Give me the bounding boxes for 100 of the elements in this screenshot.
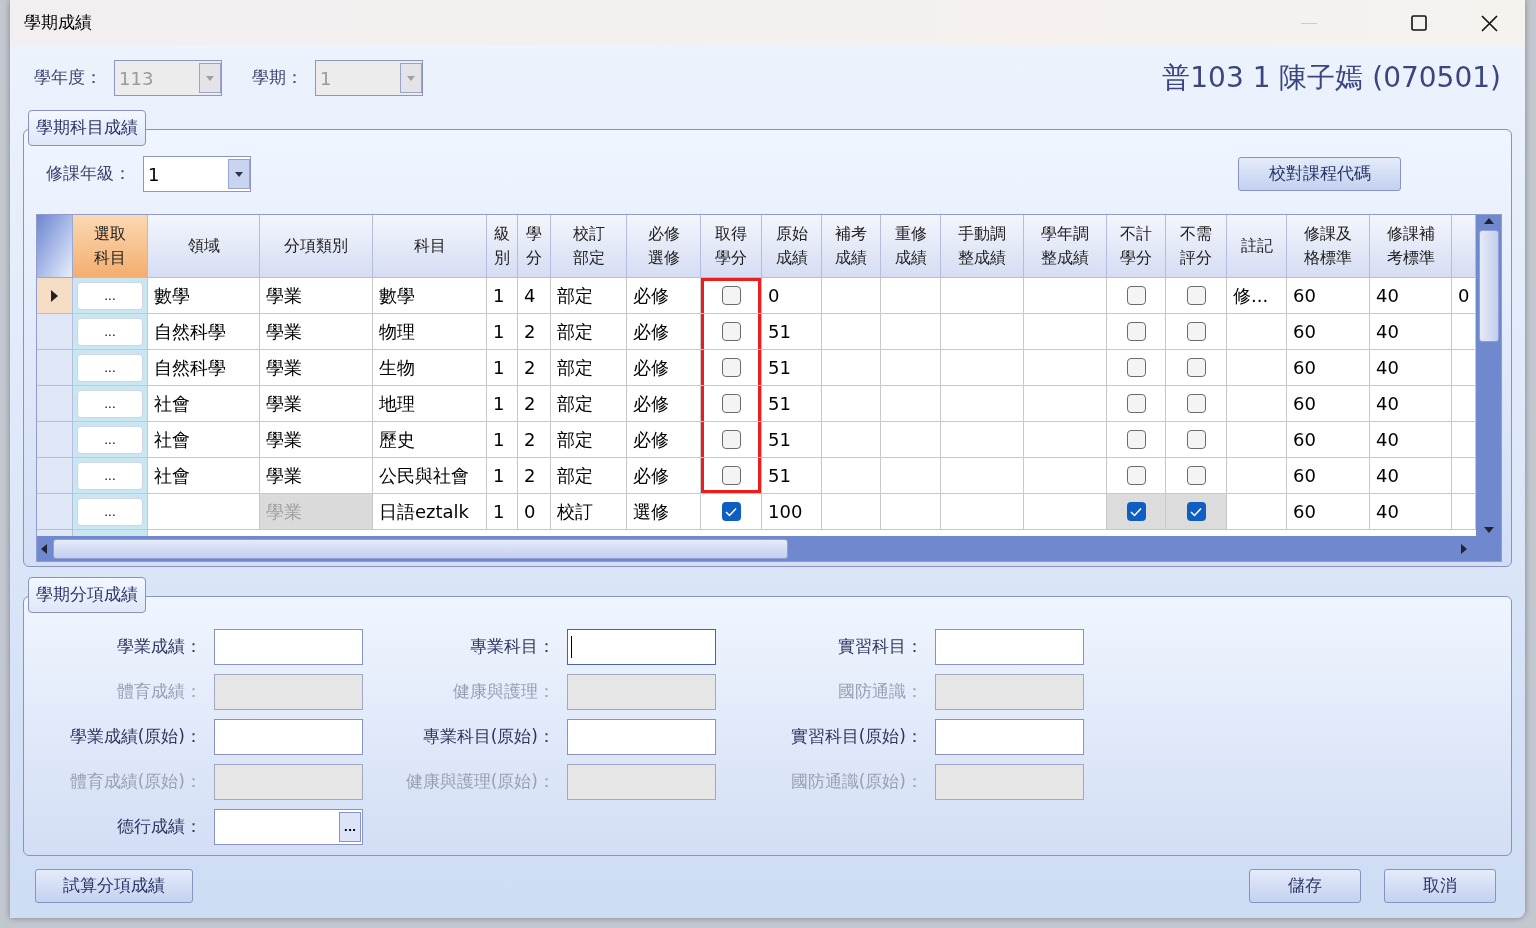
cancel-button[interactable]: 取消	[1384, 869, 1496, 903]
checkbox[interactable]	[721, 466, 741, 485]
column-header[interactable]: 校訂部定	[551, 215, 627, 278]
table-cell: 60	[1287, 458, 1370, 494]
table-cell: 40	[1370, 422, 1452, 458]
verify-course-code-button[interactable]: 校對課程代碼	[1238, 157, 1401, 191]
horizontal-scrollbar[interactable]	[37, 536, 1501, 561]
table-cell: 選修	[627, 494, 701, 530]
input-field[interactable]	[214, 719, 363, 755]
table-cell: 1	[487, 278, 518, 314]
scroll-right-icon[interactable]	[1461, 543, 1467, 554]
checkbox[interactable]	[721, 394, 741, 413]
table-cell: 40	[1370, 278, 1452, 314]
scroll-left-icon[interactable]	[41, 543, 47, 554]
table-cell: 部定	[551, 458, 627, 494]
field-label: 健康與護理：	[452, 680, 555, 704]
table-cell: 2	[518, 386, 551, 422]
column-header[interactable]: 科目	[373, 215, 487, 278]
vertical-scrollbar[interactable]	[1476, 215, 1501, 536]
check-icon	[1130, 506, 1142, 517]
column-header[interactable]: 領域	[148, 215, 260, 278]
close-icon[interactable]	[1481, 14, 1498, 32]
checkbox[interactable]	[1126, 286, 1146, 305]
checkbox[interactable]	[1126, 430, 1146, 449]
checkbox[interactable]	[721, 358, 741, 377]
table-cell: 公民與社會	[373, 458, 487, 494]
column-header[interactable]: 原始成績	[762, 215, 822, 278]
column-header[interactable]: 修課補考標準	[1370, 215, 1452, 278]
column-header[interactable]: 級別	[487, 215, 518, 278]
column-header[interactable]: 修課及格標準	[1287, 215, 1370, 278]
input-field[interactable]	[935, 629, 1084, 665]
scroll-up-icon[interactable]	[1483, 218, 1494, 224]
scroll-down-icon[interactable]	[1483, 527, 1494, 533]
calculate-button[interactable]: 試算分項成績	[35, 869, 193, 903]
checkbox[interactable]	[1186, 358, 1206, 377]
checkbox[interactable]	[1186, 286, 1206, 305]
select-subject-button[interactable]: ...	[77, 461, 143, 490]
table-cell: 部定	[551, 314, 627, 350]
table-cell: 日語eztalk	[373, 494, 487, 530]
checkbox[interactable]	[721, 430, 741, 449]
checkbox[interactable]	[721, 286, 741, 305]
checkbox[interactable]	[1126, 322, 1146, 341]
column-header[interactable]: 必修選修	[627, 215, 701, 278]
select-subject-button[interactable]: ...	[77, 353, 143, 382]
table-cell: 地理	[373, 386, 487, 422]
table-cell	[822, 386, 881, 422]
save-button[interactable]: 儲存	[1249, 869, 1361, 903]
input-field[interactable]: ...	[214, 809, 363, 845]
checkbox[interactable]	[1126, 394, 1146, 413]
column-header[interactable]: 學分	[518, 215, 551, 278]
column-header[interactable]: 選取科目	[73, 215, 148, 278]
input-field[interactable]	[567, 719, 716, 755]
checkbox[interactable]	[1186, 430, 1206, 449]
checkbox[interactable]	[721, 502, 741, 521]
column-header[interactable]: 註記	[1227, 215, 1287, 278]
column-header[interactable]: 取得學分	[701, 215, 762, 278]
table-cell	[822, 350, 881, 386]
column-header[interactable]: 不計學分	[1107, 215, 1166, 278]
table-cell: 40	[1370, 350, 1452, 386]
checkbox[interactable]	[721, 322, 741, 341]
input-field[interactable]	[214, 629, 363, 665]
column-header[interactable]: 補考成績	[822, 215, 881, 278]
column-header[interactable]: 不需評分	[1166, 215, 1227, 278]
column-header[interactable]: 學年調整成績	[1024, 215, 1107, 278]
checkbox[interactable]	[1186, 322, 1206, 341]
table-cell: 必修	[627, 422, 701, 458]
table-cell: 社會	[148, 386, 260, 422]
text-caret	[571, 636, 572, 658]
table-cell: 0	[1452, 278, 1476, 314]
column-header[interactable]: 分項類別	[260, 215, 373, 278]
column-header[interactable]: 手動調整成績	[941, 215, 1024, 278]
table-cell: 60	[1287, 278, 1370, 314]
table-cell: 51	[762, 350, 822, 386]
browse-button[interactable]: ...	[339, 812, 361, 842]
input-field[interactable]	[567, 629, 716, 665]
grade-dropdown[interactable]: 1	[143, 156, 251, 192]
field-label: 學業成績(原始)：	[68, 725, 202, 749]
maximize-icon[interactable]	[1411, 15, 1427, 31]
table-cell: 2	[518, 350, 551, 386]
checkbox[interactable]	[1126, 466, 1146, 485]
input-field[interactable]	[935, 719, 1084, 755]
column-header[interactable]: 重修成績	[881, 215, 941, 278]
table-cell: 物理	[373, 314, 487, 350]
select-subject-button[interactable]: ...	[77, 389, 143, 418]
table-cell: 1	[487, 314, 518, 350]
table-cell: 100	[762, 494, 822, 530]
select-subject-button[interactable]: ...	[77, 317, 143, 346]
select-subject-button[interactable]: ...	[77, 497, 143, 526]
checkbox[interactable]	[1186, 466, 1206, 485]
table-cell: 自然科學	[148, 350, 260, 386]
table-cell: 生物	[373, 350, 487, 386]
table-cell: 40	[1370, 458, 1452, 494]
select-subject-button[interactable]: ...	[77, 281, 143, 310]
table-cell: 1	[487, 494, 518, 530]
checkbox[interactable]	[1186, 394, 1206, 413]
select-subject-button[interactable]: ...	[77, 425, 143, 454]
checkbox[interactable]	[1126, 358, 1146, 377]
group-title: 學期分項成績	[28, 577, 146, 613]
row-header[interactable]	[37, 278, 73, 314]
group-title: 學期科目成績	[28, 110, 146, 146]
